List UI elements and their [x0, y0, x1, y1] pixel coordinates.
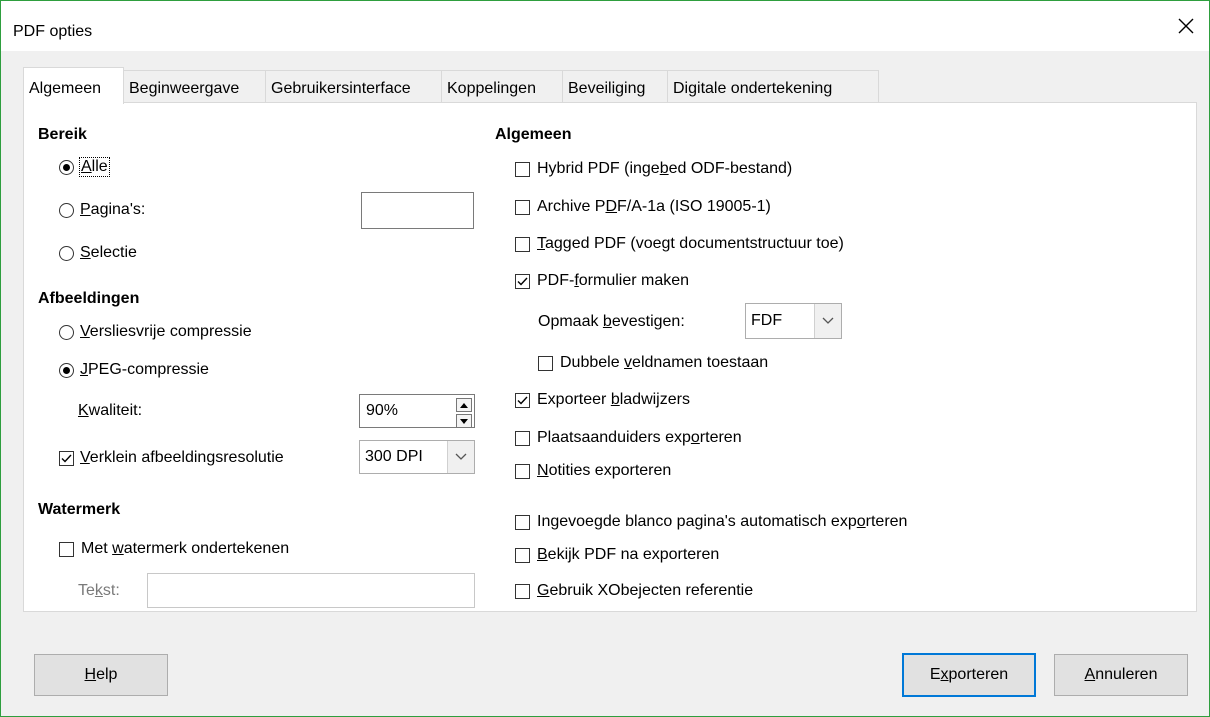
title-bar: PDF opties: [1, 1, 1209, 51]
duplicate-fields-label: Dubbele veldnamen toestaan: [560, 354, 769, 371]
range-all-radio[interactable]: [59, 159, 74, 175]
lossless-option[interactable]: Versliesvrije compressie: [59, 323, 252, 341]
notes-label: Notities exporteren: [537, 462, 672, 479]
tab-koppelingen[interactable]: Koppelingen: [441, 70, 563, 102]
tab-panel-algemeen: Bereik Alle Pagina's: Selectie Afbeeldin…: [23, 102, 1197, 612]
chevron-down-icon: [822, 317, 834, 324]
notes-option[interactable]: Notities exporteren: [515, 462, 671, 480]
tab-beginweergave[interactable]: Beginweergave: [123, 70, 266, 102]
range-selection-radio[interactable]: [59, 245, 74, 261]
resolution-combobox[interactable]: 300 DPI: [359, 440, 475, 474]
range-pages-option[interactable]: Pagina's:: [59, 201, 145, 219]
watermark-sign-option[interactable]: Met watermerk ondertekenen: [59, 540, 289, 558]
tab-beveiliging[interactable]: Beveiliging: [562, 70, 668, 102]
range-pages-label: Pagina's:: [80, 201, 146, 218]
hybrid-pdf-option[interactable]: Hybrid PDF (ingebed ODF-bestand): [515, 160, 792, 178]
tagged-pdf-label: Tagged PDF (voegt documentstructuur toe): [537, 235, 844, 252]
tagged-pdf-checkbox[interactable]: [515, 236, 530, 252]
format-dropdown-button[interactable]: [814, 304, 841, 338]
tagged-pdf-option[interactable]: Tagged PDF (voegt documentstructuur toe): [515, 235, 844, 253]
format-label: Opmaak bevestigen:: [538, 313, 685, 330]
watermark-text-input[interactable]: [147, 573, 475, 608]
jpeg-option[interactable]: JPEG-compressie: [59, 361, 209, 379]
view-after-export-label: Bekijk PDF na exporteren: [537, 546, 720, 563]
format-value: FDF: [751, 312, 783, 329]
resolution-value: 300 DPI: [365, 448, 423, 465]
range-pages-radio[interactable]: [59, 202, 74, 218]
archive-pdf-option[interactable]: Archive PDF/A-1a (ISO 19005-1): [515, 198, 771, 216]
blank-pages-label: Ingevoegde blanco pagina's automatisch e…: [537, 513, 908, 530]
range-heading: Bereik: [38, 126, 87, 143]
format-combobox[interactable]: FDF: [745, 303, 842, 339]
placeholders-option[interactable]: Plaatsaanduiders exporteren: [515, 429, 742, 447]
close-icon: [1178, 18, 1194, 34]
spin-down-button[interactable]: [456, 414, 472, 428]
bookmarks-option[interactable]: Exporteer bladwijzers: [515, 391, 690, 409]
images-heading: Afbeeldingen: [38, 290, 140, 307]
duplicate-fields-checkbox[interactable]: [538, 355, 553, 371]
pdf-form-label: PDF-formulier maken: [537, 272, 690, 289]
dialog-title: PDF opties: [13, 23, 93, 40]
chevron-down-icon: [455, 453, 467, 460]
watermark-heading: Watermerk: [38, 501, 121, 518]
reduce-resolution-option[interactable]: Verklein afbeeldingsresolutie: [59, 449, 284, 467]
cancel-button[interactable]: Annuleren: [1054, 654, 1188, 696]
close-button[interactable]: [1163, 1, 1209, 51]
watermark-sign-checkbox[interactable]: [59, 541, 74, 557]
lossless-label: Versliesvrije compressie: [80, 323, 252, 340]
pdf-options-dialog: PDF opties Algemeen Beginweergave Gebrui…: [0, 0, 1210, 717]
quality-value: 90%: [366, 402, 399, 419]
export-button-label: Exporteren: [929, 666, 1009, 683]
view-after-export-option[interactable]: Bekijk PDF na exporteren: [515, 546, 719, 564]
xobjects-checkbox[interactable]: [515, 583, 530, 599]
hybrid-pdf-checkbox[interactable]: [515, 161, 530, 177]
range-all-option[interactable]: Alle: [59, 157, 110, 177]
quality-label: Kwaliteit:: [78, 402, 143, 419]
placeholders-checkbox[interactable]: [515, 430, 530, 446]
triangle-down-icon: [460, 418, 468, 424]
blank-pages-checkbox[interactable]: [515, 514, 530, 530]
xobjects-option[interactable]: Gebruik XObejecten referentie: [515, 582, 753, 600]
archive-pdf-label: Archive PDF/A-1a (ISO 19005-1): [537, 198, 771, 215]
general-heading: Algemeen: [495, 126, 572, 143]
jpeg-radio[interactable]: [59, 362, 74, 378]
placeholders-label: Plaatsaanduiders exporteren: [537, 429, 742, 446]
tab-gebruikersinterface[interactable]: Gebruikersinterface: [265, 70, 442, 102]
cancel-button-label: Annuleren: [1084, 666, 1158, 683]
lossless-radio[interactable]: [59, 324, 74, 340]
checkmark-icon: [517, 396, 528, 405]
tab-digitale-ondertekening[interactable]: Digitale ondertekening: [667, 70, 879, 102]
help-button[interactable]: Help: [34, 654, 168, 696]
duplicate-fields-option[interactable]: Dubbele veldnamen toestaan: [538, 354, 768, 372]
range-selection-label: Selectie: [80, 244, 137, 261]
hybrid-pdf-label: Hybrid PDF (ingebed ODF-bestand): [537, 160, 793, 177]
tab-algemeen[interactable]: Algemeen: [23, 67, 124, 104]
checkmark-icon: [61, 454, 72, 463]
help-button-label: Help: [84, 666, 118, 683]
jpeg-label: JPEG-compressie: [80, 361, 209, 378]
quality-spinbox[interactable]: 90%: [359, 394, 475, 428]
reduce-resolution-label: Verklein afbeeldingsresolutie: [80, 449, 284, 466]
xobjects-label: Gebruik XObejecten referentie: [537, 582, 754, 599]
export-button[interactable]: Exporteren: [902, 653, 1036, 697]
watermark-sign-label: Met watermerk ondertekenen: [81, 540, 290, 557]
notes-checkbox[interactable]: [515, 463, 530, 479]
range-all-label: Alle: [79, 157, 110, 177]
range-selection-option[interactable]: Selectie: [59, 244, 137, 262]
checkmark-icon: [517, 277, 528, 286]
watermark-text-label: Tekst:: [78, 582, 120, 599]
pages-input[interactable]: [361, 192, 474, 229]
pdf-form-option[interactable]: PDF-formulier maken: [515, 272, 689, 290]
blank-pages-option[interactable]: Ingevoegde blanco pagina's automatisch e…: [515, 513, 907, 531]
view-after-export-checkbox[interactable]: [515, 547, 530, 563]
pdf-form-checkbox[interactable]: [515, 273, 530, 289]
resolution-dropdown-button[interactable]: [447, 441, 474, 473]
reduce-resolution-checkbox[interactable]: [59, 450, 74, 466]
archive-pdf-checkbox[interactable]: [515, 199, 530, 215]
bookmarks-checkbox[interactable]: [515, 392, 530, 408]
bookmarks-label: Exporteer bladwijzers: [537, 391, 690, 408]
spin-up-button[interactable]: [456, 398, 472, 412]
triangle-up-icon: [460, 402, 468, 408]
